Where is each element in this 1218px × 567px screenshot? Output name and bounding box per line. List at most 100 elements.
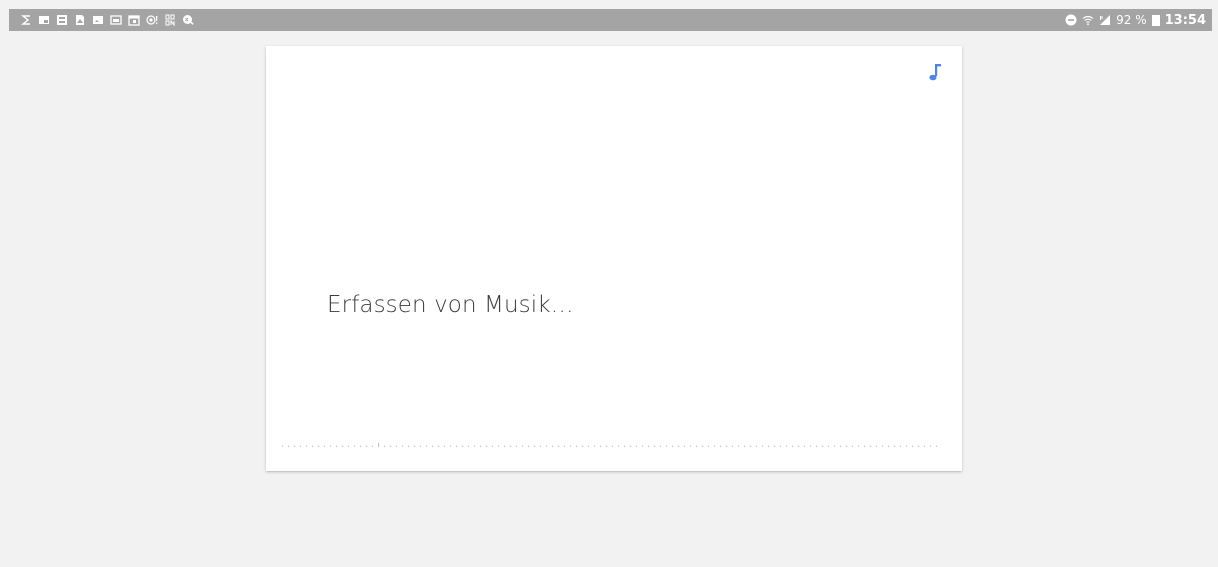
waveform-bar [690, 445, 692, 447]
waveform-bar [594, 445, 596, 447]
waveform-bar [798, 445, 800, 447]
waveform-bar [510, 445, 512, 447]
waveform-bar [930, 445, 932, 447]
nfc-alert-icon [146, 14, 158, 26]
notification-icons [9, 14, 194, 26]
waveform-bars [282, 443, 938, 447]
waveform-bar [762, 445, 764, 447]
waveform-bar [378, 443, 380, 447]
waveform-bar [924, 445, 926, 447]
screen: 92 % 13:54 Erfassen von Musik… [0, 0, 1218, 567]
waveform-bar [366, 445, 368, 447]
waveform-bar [816, 445, 818, 447]
waveform-bar [906, 445, 908, 447]
listening-status-text: Erfassen von Musik… [327, 292, 574, 318]
waveform-bar [606, 445, 608, 447]
waveform-bar [882, 445, 884, 447]
waveform-bar [480, 445, 482, 447]
waveform-bar [846, 445, 848, 447]
waveform-bar [444, 445, 446, 447]
waveform-bar [534, 445, 536, 447]
battery-percentage: 92 % [1116, 13, 1147, 27]
waveform-bar [318, 445, 320, 447]
waveform-bar [516, 445, 518, 447]
waveform-bar [768, 445, 770, 447]
waveform-bar [732, 445, 734, 447]
waveform-bar [726, 445, 728, 447]
waveform-bar [624, 445, 626, 447]
waveform-bar [618, 445, 620, 447]
waveform-bar [522, 445, 524, 447]
waveform-bar [900, 445, 902, 447]
waveform-bar [336, 445, 338, 447]
waveform-bar [288, 445, 290, 447]
waveform-bar [528, 445, 530, 447]
waveform-bar [660, 445, 662, 447]
waveform-bar [582, 445, 584, 447]
waveform-bar [342, 445, 344, 447]
waveform-bar [432, 445, 434, 447]
waveform-bar [600, 445, 602, 447]
battery-icon [1151, 14, 1160, 26]
waveform-bar [684, 445, 686, 447]
waveform-bar [894, 445, 896, 447]
status-bar: 92 % 13:54 [9, 9, 1212, 31]
document-icon [74, 14, 86, 26]
waveform-bar [888, 445, 890, 447]
waveform-bar [456, 445, 458, 447]
waveform-bar [696, 445, 698, 447]
system-indicators: 92 % 13:54 [1065, 13, 1212, 28]
do-not-disturb-icon [1065, 14, 1077, 26]
waveform-bar [474, 445, 476, 447]
waveform-bar [864, 445, 866, 447]
waveform-bar [348, 445, 350, 447]
waveform-bar [672, 445, 674, 447]
waveform-bar [912, 445, 914, 447]
waveform-bar [330, 445, 332, 447]
waveform-bar [780, 445, 782, 447]
waveform-bar [774, 445, 776, 447]
waveform-bar [570, 445, 572, 447]
waveform-bar [396, 445, 398, 447]
waveform-bar [708, 445, 710, 447]
waveform-bar [462, 445, 464, 447]
waveform-bar [372, 445, 374, 447]
waveform-bar [498, 445, 500, 447]
waveform-bar [420, 445, 422, 447]
waveform-bar [876, 445, 878, 447]
waveform-bar [792, 445, 794, 447]
clock: 13:54 [1164, 12, 1206, 28]
waveform-bar [828, 445, 830, 447]
waveform-bar [546, 445, 548, 447]
waveform-bar [312, 445, 314, 447]
music-note-icon[interactable] [928, 63, 942, 81]
sound-search-card: Erfassen von Musik… [266, 46, 962, 471]
waveform-bar [630, 445, 632, 447]
audio-level-visualizer [280, 428, 942, 448]
waveform-bar [750, 445, 752, 447]
waveform-bar [354, 445, 356, 447]
waveform-bar [360, 445, 362, 447]
waveform-bar [756, 445, 758, 447]
waveform-bar [282, 445, 284, 447]
screen-cast-icon [38, 14, 50, 26]
waveform-bar [552, 445, 554, 447]
waveform-bar [654, 445, 656, 447]
waveform-bar [840, 445, 842, 447]
waveform-bar [504, 445, 506, 447]
waveform-bar [588, 445, 590, 447]
waveform-bar [612, 445, 614, 447]
waveform-bar [738, 445, 740, 447]
waveform-bar [324, 445, 326, 447]
waveform-bar [918, 445, 920, 447]
waveform-bar [306, 445, 308, 447]
sp-on-icon [164, 14, 176, 26]
waveform-bar [744, 445, 746, 447]
waveform-bar [450, 445, 452, 447]
waveform-bar [486, 445, 488, 447]
waveform-bar [408, 445, 410, 447]
waveform-bar [636, 445, 638, 447]
waveform-bar [564, 445, 566, 447]
xl-search-icon [182, 14, 194, 26]
waveform-bar [540, 445, 542, 447]
